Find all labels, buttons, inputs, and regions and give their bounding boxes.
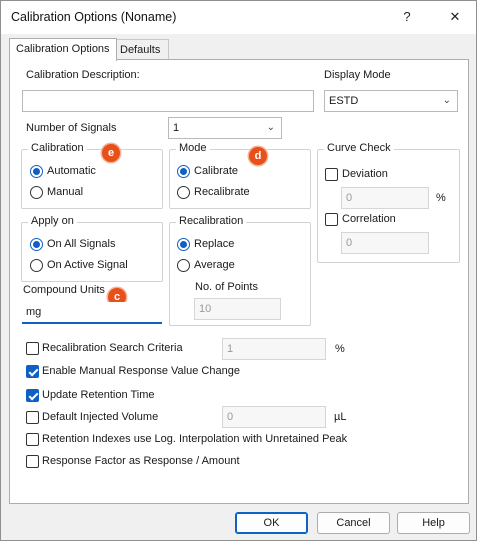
help-title-icon[interactable]: ?	[397, 7, 417, 27]
points-label: No. of Points	[195, 281, 258, 293]
deviation-input[interactable]: 0	[341, 187, 429, 209]
tab-defaults[interactable]: Defaults	[113, 39, 169, 60]
compound-units-input[interactable]: mg	[22, 302, 162, 324]
default-volume-label[interactable]: Default Injected Volume	[42, 411, 158, 423]
help-button[interactable]: Help	[397, 512, 470, 534]
search-criteria-input[interactable]: 1	[222, 338, 326, 360]
default-volume-checkbox[interactable]	[26, 411, 39, 424]
active-signal-radio[interactable]	[30, 259, 43, 272]
calibrate-label[interactable]: Calibrate	[194, 165, 238, 177]
deviation-label[interactable]: Deviation	[342, 168, 388, 180]
close-icon[interactable]: ✕	[445, 7, 465, 27]
callout-badge-d: d	[249, 147, 267, 165]
search-criteria-label[interactable]: Recalibration Search Criteria	[42, 342, 183, 354]
tab-calibration-options[interactable]: Calibration Options	[9, 38, 117, 61]
recalibration-group-legend: Recalibration	[176, 215, 247, 227]
calibration-options-panel: Calibration Description: Display Mode ES…	[9, 59, 469, 504]
manual-response-label[interactable]: Enable Manual Response Value Change	[42, 365, 240, 377]
manual-radio[interactable]	[30, 186, 43, 199]
automatic-label[interactable]: Automatic	[47, 165, 96, 177]
chevron-down-icon: ⌄	[442, 95, 451, 106]
manual-response-checkbox[interactable]	[26, 365, 39, 378]
recalibrate-label[interactable]: Recalibrate	[194, 186, 250, 198]
deviation-checkbox[interactable]	[325, 168, 338, 181]
callout-badge-e: e	[102, 144, 120, 162]
apply-on-group-legend: Apply on	[28, 215, 77, 227]
correlation-label[interactable]: Correlation	[342, 213, 396, 225]
mode-group-legend: Mode	[176, 142, 210, 154]
calibrate-radio[interactable]	[177, 165, 190, 178]
search-criteria-unit: %	[335, 343, 345, 355]
display-mode-value: ESTD	[329, 95, 359, 107]
title-bar: Calibration Options (Noname) ? ✕	[1, 1, 476, 34]
deviation-unit: %	[436, 192, 446, 204]
default-volume-unit: µL	[334, 411, 347, 423]
ok-button[interactable]: OK	[235, 512, 308, 534]
description-input[interactable]	[22, 90, 314, 112]
automatic-radio[interactable]	[30, 165, 43, 178]
description-label: Calibration Description:	[26, 69, 140, 81]
all-signals-radio[interactable]	[30, 238, 43, 251]
replace-radio[interactable]	[177, 238, 190, 251]
signals-value: 1	[173, 122, 180, 134]
calibration-group: Calibration	[21, 142, 163, 209]
replace-label[interactable]: Replace	[194, 238, 234, 250]
manual-label[interactable]: Manual	[47, 186, 83, 198]
apply-on-group: Apply on	[21, 215, 163, 282]
all-signals-label[interactable]: On All Signals	[47, 238, 115, 250]
curve-check-group-legend: Curve Check	[324, 142, 394, 154]
window-title: Calibration Options (Noname)	[11, 10, 177, 24]
retention-indexes-checkbox[interactable]	[26, 433, 39, 446]
average-radio[interactable]	[177, 259, 190, 272]
description-label-text: Calibration Description:	[26, 69, 140, 81]
response-factor-label[interactable]: Response Factor as Response / Amount	[42, 455, 240, 467]
active-signal-label[interactable]: On Active Signal	[47, 259, 128, 271]
dialog-window: Calibration Options (Noname) ? ✕ Calibra…	[0, 0, 477, 541]
correlation-checkbox[interactable]	[325, 213, 338, 226]
display-mode-select[interactable]: ESTD ⌄	[324, 90, 458, 112]
calibration-group-legend: Calibration	[28, 142, 87, 154]
response-factor-checkbox[interactable]	[26, 455, 39, 468]
chevron-down-icon: ⌄	[266, 122, 275, 133]
signals-select[interactable]: 1 ⌄	[168, 117, 282, 139]
points-input[interactable]: 10	[194, 298, 281, 320]
search-criteria-checkbox[interactable]	[26, 342, 39, 355]
display-mode-label: Display Mode	[324, 69, 391, 81]
retention-indexes-label[interactable]: Retention Indexes use Log. Interpolation…	[42, 433, 347, 445]
update-retention-label[interactable]: Update Retention Time	[42, 389, 155, 401]
signals-label: Number of Signals	[26, 122, 117, 134]
recalibrate-radio[interactable]	[177, 186, 190, 199]
compound-units-label: Compound Units	[23, 284, 105, 296]
cancel-button[interactable]: Cancel	[317, 512, 390, 534]
average-label[interactable]: Average	[194, 259, 235, 271]
default-volume-input[interactable]: 0	[222, 406, 326, 428]
update-retention-checkbox[interactable]	[26, 389, 39, 402]
correlation-input[interactable]: 0	[341, 232, 429, 254]
mode-group: Mode	[169, 142, 311, 209]
